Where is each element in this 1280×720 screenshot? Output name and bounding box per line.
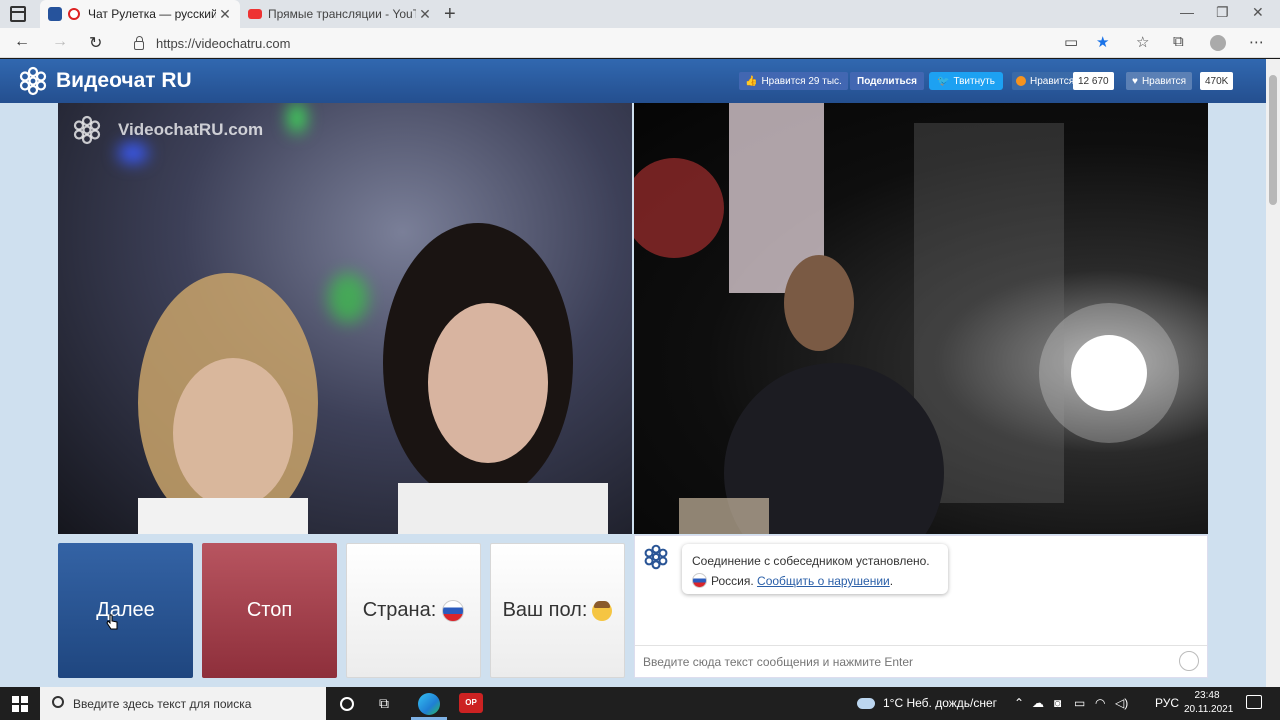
collections-icon[interactable]: ⧉ [1173,33,1184,50]
back-icon[interactable]: ← [14,33,30,51]
chat-panel: Соединение с собеседником установлено. Р… [634,535,1208,678]
task-view-icon[interactable]: ⧉ [379,695,389,712]
network-icon[interactable]: ▭ [1074,696,1085,710]
site-title: Видеочат RU [56,69,192,92]
language-indicator[interactable]: РУС [1155,696,1179,710]
russia-flag-icon [692,573,707,588]
vk-like-label: Нравится [1141,75,1187,87]
twitter-tweet-button[interactable]: 🐦 Твитнуть [929,72,1003,90]
country-selector-button[interactable]: Страна: [346,543,481,678]
search-placeholder: Введите здесь текст для поиска [73,696,252,711]
maximize-icon[interactable]: ❐ [1216,4,1229,21]
more-menu-icon[interactable]: ⋯ [1249,33,1264,51]
flower-logo-icon [19,66,47,96]
cortana-icon[interactable] [340,697,354,711]
partner-country: Россия. [711,574,754,588]
search-icon [52,696,64,708]
youtube-favicon-icon [248,9,262,19]
tab-title: Чат Рулетка — русский ви [88,7,216,21]
edge-browser-icon[interactable] [418,693,440,715]
ok-like-label: Нравится [1030,75,1075,87]
onedrive-cloud-icon[interactable]: ☁ [1032,696,1044,710]
camera-icon[interactable]: ▭ [1064,33,1078,51]
russia-flag-icon [442,599,465,622]
flower-watermark-icon [73,115,101,145]
twitter-bird-icon: 🐦 [937,75,950,87]
scrollbar-thumb[interactable] [1269,75,1277,205]
male-face-icon [592,600,613,621]
cloud-icon [857,697,875,709]
twitter-label: Твитнуть [953,75,995,87]
heart-icon: ♥ [1132,75,1138,87]
gender-selector-button[interactable]: Ваш пол: [490,543,625,678]
video-watermark: VideochatRU.com [72,115,263,145]
stop-button[interactable]: Стоп [202,543,337,678]
close-tab-icon[interactable]: ✕ [416,6,434,23]
browser-tab-bar: Чат Рулетка — русский ви ✕ Прямые трансл… [0,0,1280,28]
vk-like-button[interactable]: ♥ Нравится [1126,72,1193,90]
tab-chat-roulette[interactable]: Чат Рулетка — русский ви ✕ [40,0,240,28]
ok-like-count: 12 670 [1073,72,1114,90]
facebook-share-button[interactable]: Поделиться [850,72,925,90]
tab-actions-icon[interactable] [10,6,26,22]
volume-icon[interactable]: ◁) [1115,696,1128,710]
partner-video: VideochatRU.com [58,103,632,534]
clock-date: 20.11.2021 [1184,704,1234,715]
room-scene [634,103,1179,534]
videochat-favicon-icon [48,7,62,21]
reload-icon[interactable]: ↻ [89,33,102,53]
url-field[interactable]: https://videochatru.com [120,31,1090,55]
self-video [634,103,1208,534]
wifi-icon[interactable]: ◠ [1095,696,1105,710]
clock-time: 23:48 [1194,690,1220,701]
connection-message: Соединение с собеседником установлено. [692,554,930,568]
close-window-icon[interactable]: ✕ [1252,4,1264,21]
vk-like-count: 470K [1200,72,1234,90]
system-clock[interactable]: 23:48 20.11.2021 [1184,689,1234,717]
report-suffix: . [889,574,894,588]
hand-cursor-icon [106,614,118,630]
weather-text: 1°C Неб. дождь/снег [883,696,998,710]
forward-icon[interactable]: → [52,33,68,51]
url-text: https://videochatru.com [156,35,291,51]
notifications-icon[interactable] [1246,695,1262,709]
thumbs-up-icon: 👍 [745,75,758,87]
people-silhouettes [138,223,608,534]
camera-tray-icon[interactable]: ◙ [1054,696,1061,710]
minimize-icon[interactable]: — [1180,4,1194,20]
weather-widget[interactable]: 1°C Неб. дождь/снег [857,696,997,710]
favorite-star-icon[interactable]: ★ [1096,33,1109,51]
watermark-text: VideochatRU.com [118,120,264,139]
chat-message-input[interactable] [635,645,1207,677]
lock-icon [134,35,144,50]
recording-icon [68,8,80,20]
emoji-smile-icon[interactable] [1179,651,1199,671]
facebook-like-button[interactable]: 👍 Нравится 29 тыс. [739,72,848,90]
favorites-icon[interactable]: ☆ [1136,33,1149,51]
gender-label: Ваш пол: [502,599,588,621]
windows-taskbar: Введите здесь текст для поиска ⧉ OP 1°C … [0,687,1280,720]
address-bar-row: ← → ↻ https://videochatru.com ▭ ★ ☆ ⧉ ⋯ [0,28,1280,58]
ok-like-button[interactable]: Нравится [1012,72,1079,90]
tab-title: Прямые трансляции - YouTube [268,7,416,21]
country-label: Страна: [362,599,437,621]
site-logo[interactable]: Видеочат RU [18,66,192,96]
facebook-like-label: Нравится 29 тыс. [761,75,842,87]
tab-youtube[interactable]: Прямые трансляции - YouTube ✕ [240,0,440,28]
report-violation-link[interactable]: Сообщить о нарушении [757,574,890,588]
close-tab-icon[interactable]: ✕ [216,6,234,23]
windows-start-icon[interactable] [12,696,28,712]
opera-recorder-icon[interactable]: OP [459,693,483,713]
taskbar-search-box[interactable]: Введите здесь текст для поиска [40,687,326,720]
system-message: Соединение с собеседником установлено. Р… [682,544,948,594]
tray-chevron-up-icon[interactable]: ⌃ [1014,696,1024,710]
system-avatar-icon [644,544,668,570]
new-tab-icon[interactable]: + [444,3,456,26]
ok-logo-icon [1016,76,1026,86]
profile-avatar-icon[interactable] [1210,35,1226,51]
site-header: Видеочат RU 👍 Нравится 29 тыс. Поделиться… [0,59,1266,103]
next-button[interactable]: Далее [58,543,193,678]
